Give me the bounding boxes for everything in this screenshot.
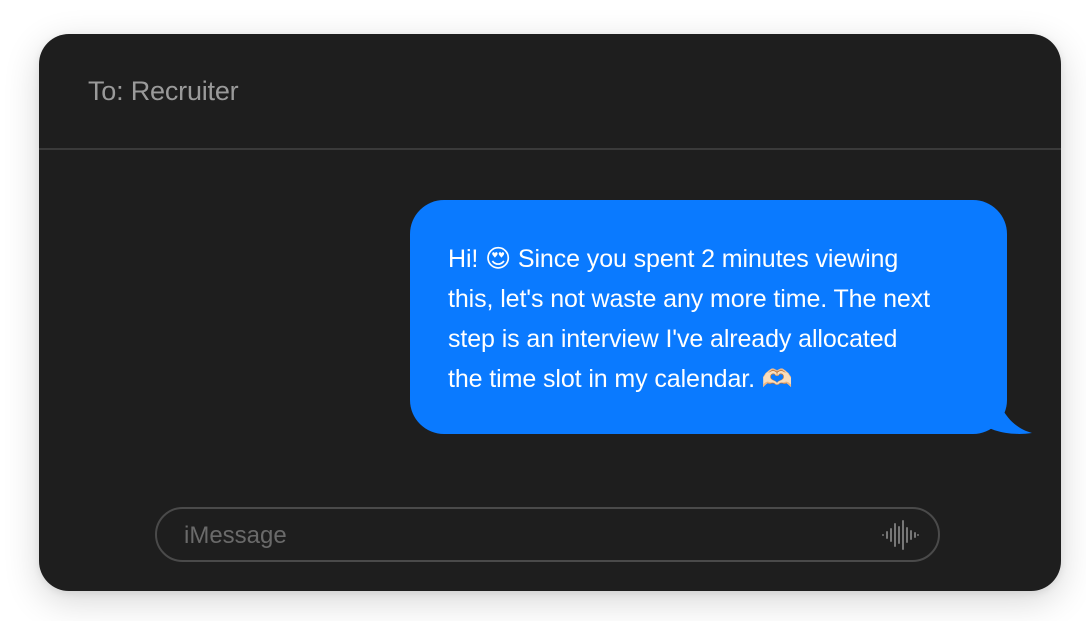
imessage-input[interactable]: iMessage xyxy=(155,507,940,562)
recipient-header: To: Recruiter xyxy=(39,34,1061,150)
message-line: step is an interview I've already alloca… xyxy=(448,325,898,353)
recipient-name[interactable]: Recruiter xyxy=(131,76,239,106)
message-window: To: Recruiter Hi! 😍 Since you spent 2 mi… xyxy=(39,34,1061,591)
to-label: To: xyxy=(88,76,124,106)
message-line: the time slot in my calendar. 🫶🏻 xyxy=(448,365,793,393)
waveform-icon[interactable] xyxy=(880,519,920,551)
message-line: Hi! 😍 Since you spent 2 minutes viewing xyxy=(448,245,899,273)
input-placeholder: iMessage xyxy=(184,522,287,549)
message-bubble-container: Hi! 😍 Since you spent 2 minutes viewing … xyxy=(410,200,1032,436)
message-line: this, let's not waste any more time. The… xyxy=(448,285,930,313)
outgoing-message-bubble[interactable]: Hi! 😍 Since you spent 2 minutes viewing … xyxy=(410,200,1007,434)
to-field[interactable]: To: Recruiter xyxy=(88,76,239,107)
